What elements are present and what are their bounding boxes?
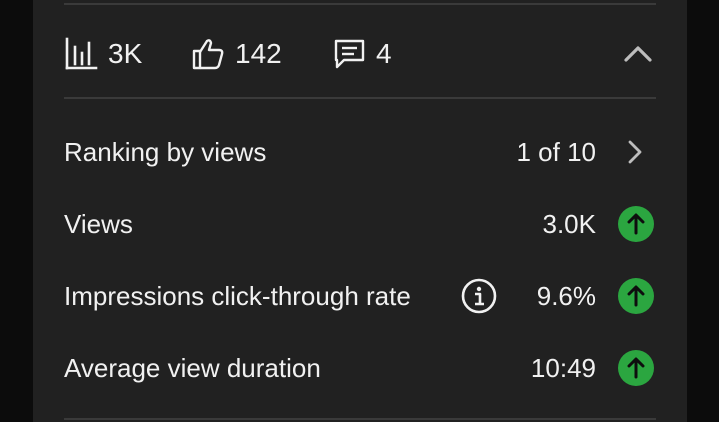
top-divider xyxy=(64,3,656,5)
likes-stat: 142 xyxy=(191,32,282,76)
metric-row-ranking[interactable]: Ranking by views 1 of 10 xyxy=(64,130,656,174)
metric-row-avg-duration: Average view duration 10:49 xyxy=(64,346,656,390)
stats-summary-row[interactable]: 3K 142 4 xyxy=(64,32,656,76)
trend-up-icon xyxy=(618,350,654,386)
likes-count: 142 xyxy=(235,38,282,69)
chevron-right-icon[interactable] xyxy=(620,138,648,166)
metric-label: Views xyxy=(64,209,133,239)
info-icon[interactable] xyxy=(461,278,497,314)
metric-value: 1 of 10 xyxy=(516,137,596,167)
comments-count: 4 xyxy=(376,38,392,69)
metric-value: 10:49 xyxy=(530,353,596,383)
metric-label: Ranking by views xyxy=(64,137,267,167)
trend-up-icon xyxy=(618,278,654,314)
stats-divider xyxy=(64,97,656,99)
metric-label: Average view duration xyxy=(64,353,321,383)
metric-row-views: Views 3.0K xyxy=(64,202,656,246)
chevron-up-icon[interactable] xyxy=(620,36,656,72)
thumbs-up-icon xyxy=(192,39,224,70)
views-stat: 3K xyxy=(64,32,142,76)
views-count: 3K xyxy=(108,38,143,69)
bar-chart-icon xyxy=(65,37,98,70)
analytics-card: 3K 142 4 Ranking by views 1 of 10 Views … xyxy=(33,0,687,422)
metric-row-ctr: Impressions click-through rate 9.6% xyxy=(64,274,656,318)
metric-label: Impressions click-through rate xyxy=(64,281,411,311)
comments-stat: 4 xyxy=(332,32,392,76)
bottom-divider xyxy=(64,418,656,420)
metric-value: 3.0K xyxy=(542,209,597,239)
metric-value: 9.6% xyxy=(536,281,596,311)
trend-up-icon xyxy=(618,206,654,242)
comment-icon xyxy=(334,39,365,69)
